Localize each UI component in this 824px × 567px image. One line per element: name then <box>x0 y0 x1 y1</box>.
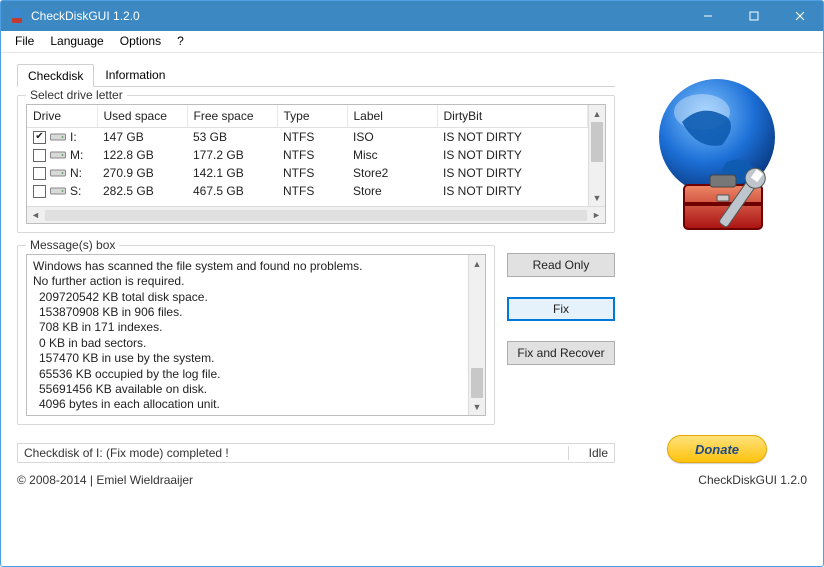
scroll-right-icon[interactable]: ► <box>588 210 605 220</box>
menu-options[interactable]: Options <box>112 31 169 52</box>
menu-help[interactable]: ? <box>169 31 192 52</box>
fix-button[interactable]: Fix <box>507 297 615 321</box>
drive-hscrollbar[interactable]: ◄ ► <box>27 206 605 223</box>
drive-dirty: IS NOT DIRTY <box>437 182 588 200</box>
scroll-hthumb[interactable] <box>45 210 587 221</box>
menubar: File Language Options ? <box>1 31 823 53</box>
menu-language[interactable]: Language <box>42 31 111 52</box>
message-line: 4096 bytes in each allocation unit. <box>33 397 462 412</box>
drive-free: 177.2 GB <box>187 146 277 164</box>
table-row[interactable]: S: 282.5 GB467.5 GBNTFSStoreIS NOT DIRTY <box>27 182 588 200</box>
message-line: 65536 KB occupied by the log file. <box>33 367 462 382</box>
scroll-down-icon[interactable]: ▼ <box>469 398 485 415</box>
scroll-down-icon[interactable]: ▼ <box>589 189 605 206</box>
drive-used: 147 GB <box>97 128 187 147</box>
message-line: 157470 KB in use by the system. <box>33 351 462 366</box>
col-label[interactable]: Label <box>347 105 437 128</box>
col-dirty[interactable]: DirtyBit <box>437 105 588 128</box>
drive-used: 282.5 GB <box>97 182 187 200</box>
scroll-up-icon[interactable]: ▲ <box>589 105 605 122</box>
drive-type: NTFS <box>277 146 347 164</box>
status-idle: Idle <box>568 446 608 460</box>
drive-dirty: IS NOT DIRTY <box>437 128 588 147</box>
drive-free: 467.5 GB <box>187 182 277 200</box>
col-drive[interactable]: Drive <box>27 105 97 128</box>
drive-type: NTFS <box>277 164 347 182</box>
scroll-up-icon[interactable]: ▲ <box>469 255 485 272</box>
table-row[interactable]: N: 270.9 GB142.1 GBNTFSStore2IS NOT DIRTY <box>27 164 588 182</box>
app-illustration <box>632 67 802 247</box>
tab-checkdisk[interactable]: Checkdisk <box>17 64 94 87</box>
status-bar: Checkdisk of I: (Fix mode) completed ! I… <box>17 443 615 463</box>
footer-version: CheckDiskGUI 1.2.0 <box>698 473 807 487</box>
drive-label: Store <box>347 182 437 200</box>
donate-button[interactable]: Donate <box>667 435 767 463</box>
maximize-button[interactable] <box>731 1 777 31</box>
scroll-thumb[interactable] <box>591 122 603 162</box>
titlebar: CheckDiskGUI 1.2.0 <box>1 1 823 31</box>
drive-type: NTFS <box>277 182 347 200</box>
group-select-drive-label: Select drive letter <box>26 88 127 102</box>
message-line: 209720542 KB total disk space. <box>33 290 462 305</box>
message-line: 55691456 KB available on disk. <box>33 382 462 397</box>
fix-recover-button[interactable]: Fix and Recover <box>507 341 615 365</box>
drive-table[interactable]: Drive Used space Free space Type Label D… <box>27 105 588 200</box>
scroll-thumb[interactable] <box>471 368 483 398</box>
table-row[interactable]: M: 122.8 GB177.2 GBNTFSMiscIS NOT DIRTY <box>27 146 588 164</box>
col-type[interactable]: Type <box>277 105 347 128</box>
copyright-text: © 2008-2014 | Emiel Wieldraaijer <box>17 473 193 487</box>
drive-free: 142.1 GB <box>187 164 277 182</box>
drive-dirty: IS NOT DIRTY <box>437 146 588 164</box>
drive-label: Misc <box>347 146 437 164</box>
message-line: Windows has scanned the file system and … <box>33 259 462 274</box>
message-line: 0 KB in bad sectors. <box>33 336 462 351</box>
drive-checkbox[interactable] <box>33 185 46 198</box>
drive-label: Store2 <box>347 164 437 182</box>
tab-information[interactable]: Information <box>94 63 176 86</box>
drive-checkbox[interactable] <box>33 167 46 180</box>
close-button[interactable] <box>777 1 823 31</box>
menu-file[interactable]: File <box>7 31 42 52</box>
group-select-drive: Select drive letter Drive Used space Fre… <box>17 95 615 233</box>
drive-used: 122.8 GB <box>97 146 187 164</box>
status-text: Checkdisk of I: (Fix mode) completed ! <box>24 446 229 460</box>
drive-type: NTFS <box>277 128 347 147</box>
col-free[interactable]: Free space <box>187 105 277 128</box>
drive-dirty: IS NOT DIRTY <box>437 164 588 182</box>
message-line: 52430135 total allocation units on disk. <box>33 413 462 415</box>
minimize-button[interactable] <box>685 1 731 31</box>
drive-letter: M: <box>70 148 83 162</box>
group-messages-label: Message(s) box <box>26 238 119 252</box>
table-row[interactable]: I: 147 GB53 GBNTFSISOIS NOT DIRTY <box>27 128 588 147</box>
group-messages: Message(s) box Windows has scanned the f… <box>17 245 495 425</box>
drive-vscrollbar[interactable]: ▲ ▼ <box>588 105 605 206</box>
drive-checkbox[interactable] <box>33 149 46 162</box>
scroll-left-icon[interactable]: ◄ <box>27 210 44 220</box>
drive-label: ISO <box>347 128 437 147</box>
drive-used: 270.9 GB <box>97 164 187 182</box>
message-line: No further action is required. <box>33 274 462 289</box>
tabstrip: Checkdisk Information <box>17 63 615 87</box>
read-only-button[interactable]: Read Only <box>507 253 615 277</box>
window-title: CheckDiskGUI 1.2.0 <box>31 9 685 23</box>
drive-letter: N: <box>70 166 82 180</box>
messages-vscrollbar[interactable]: ▲ ▼ <box>468 255 485 415</box>
message-line: 708 KB in 171 indexes. <box>33 320 462 335</box>
message-line: 153870908 KB in 906 files. <box>33 305 462 320</box>
drive-letter: I: <box>70 130 77 144</box>
col-used[interactable]: Used space <box>97 105 187 128</box>
app-icon <box>9 8 25 24</box>
message-output[interactable]: Windows has scanned the file system and … <box>27 255 468 415</box>
footer: © 2008-2014 | Emiel Wieldraaijer CheckDi… <box>1 469 823 495</box>
drive-checkbox[interactable] <box>33 131 46 144</box>
drive-letter: S: <box>70 184 81 198</box>
drive-free: 53 GB <box>187 128 277 147</box>
